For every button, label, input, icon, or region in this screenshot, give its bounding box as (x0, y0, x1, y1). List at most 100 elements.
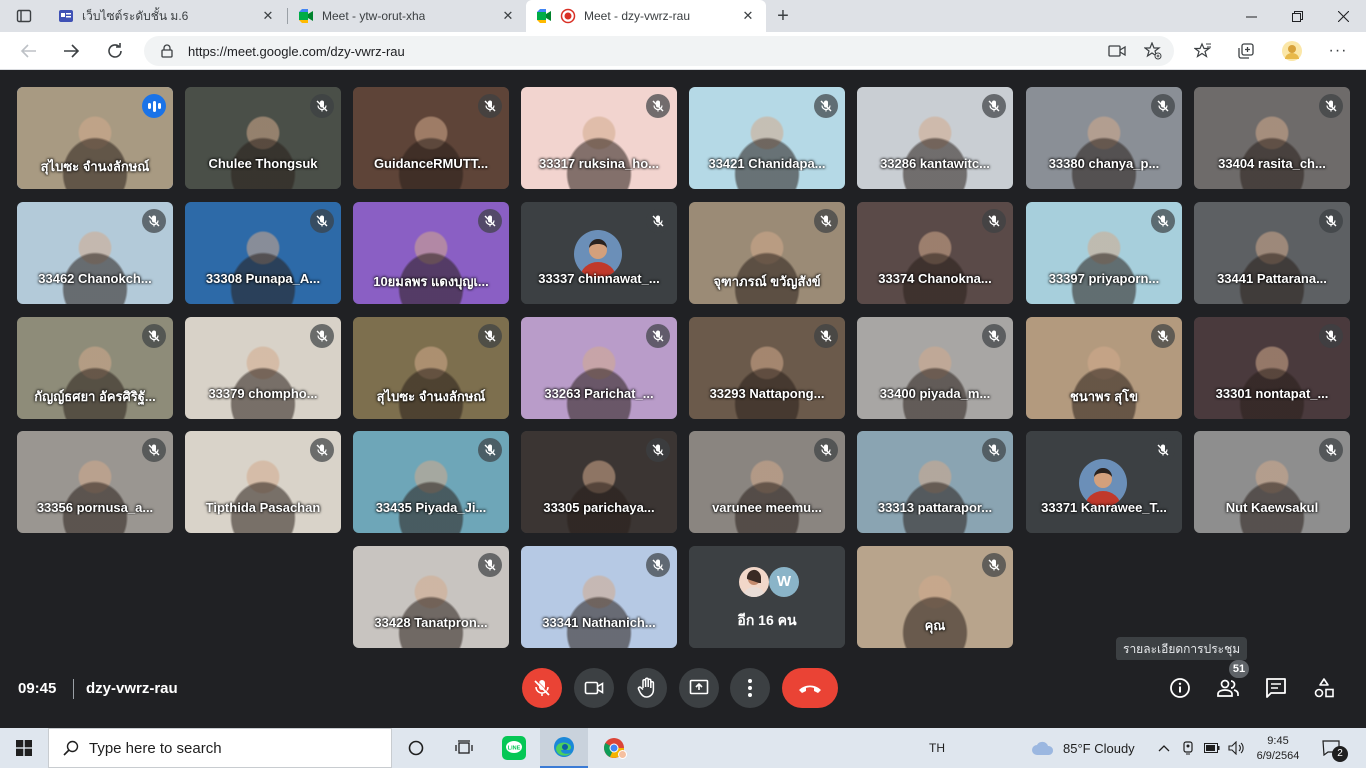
tab-3-active[interactable]: Meet - dzy-vwrz-rau ✕ (526, 0, 766, 32)
line-app-button[interactable]: LINE (496, 728, 532, 768)
leave-call-button[interactable] (782, 668, 838, 708)
cortana-button[interactable] (398, 728, 434, 768)
input-language[interactable]: TH (929, 728, 945, 768)
forward-icon[interactable] (56, 36, 86, 66)
participant-tile[interactable]: 33379 chompho... (185, 317, 341, 419)
tab-2[interactable]: Meet - ytw-orut-xha ✕ (288, 0, 526, 32)
add-favorite-icon[interactable] (1144, 42, 1162, 60)
tab-title: Meet - dzy-vwrz-rau (584, 9, 691, 23)
camera-permission-icon[interactable] (1108, 43, 1126, 59)
participant-tile[interactable]: 33341 Nathanich... (521, 546, 677, 648)
participant-tile[interactable]: GuidanceRMUTT... (353, 87, 509, 189)
participant-tile[interactable]: สุไบซะ จำนงลักษณ์ (17, 87, 173, 189)
activities-button[interactable] (1304, 668, 1344, 708)
participant-tile[interactable]: 33286 kantawitc... (857, 87, 1013, 189)
participant-name: 33263 Parichat_... (544, 386, 654, 401)
close-icon[interactable]: ✕ (740, 8, 756, 24)
restore-icon[interactable] (1274, 0, 1320, 32)
chrome-button[interactable] (594, 728, 634, 768)
participant-name: สุไบซะ จำนงลักษณ์ (376, 389, 486, 404)
windows-logo-icon (16, 740, 32, 756)
meet-logo-icon (299, 9, 313, 23)
participant-tile[interactable]: 33356 pornusa_a... (17, 431, 173, 533)
participant-tile[interactable]: 33305 parichaya... (521, 431, 677, 533)
profile-icon[interactable] (1277, 36, 1307, 66)
edge-button[interactable] (540, 728, 588, 768)
camera-button[interactable] (574, 668, 614, 708)
participant-tile[interactable]: 33313 pattarapor... (857, 431, 1013, 533)
tab-title: เว็บไซต์ระดับชั้น ม.6 (82, 8, 189, 23)
tab-actions-icon[interactable] (9, 1, 39, 31)
taskbar-search[interactable]: Type here to search (48, 728, 392, 768)
tab-title: Meet - ytw-orut-xha (322, 9, 426, 23)
participant-tile[interactable]: 33404 rasita_ch... (1194, 87, 1350, 189)
participant-tile[interactable]: 33371 Kanrawee_T... (1026, 431, 1182, 533)
new-tab-icon[interactable]: + (768, 1, 798, 31)
close-icon[interactable]: ✕ (500, 8, 516, 24)
participant-tile[interactable]: 33397 priyaporn... (1026, 202, 1182, 304)
more-vert-icon (748, 679, 752, 697)
more-menu-icon[interactable]: ··· (1323, 36, 1353, 66)
start-button[interactable] (0, 728, 48, 768)
show-hidden-icons-icon[interactable] (1158, 728, 1170, 768)
weather-widget[interactable]: 85°F Cloudy (1031, 728, 1135, 768)
mic-muted-icon (646, 553, 670, 577)
weather-text: 85°F Cloudy (1063, 740, 1135, 756)
participant-tile[interactable]: 33301 nontapat_... (1194, 317, 1350, 419)
close-icon[interactable]: ✕ (260, 8, 276, 24)
collections-icon[interactable] (1231, 36, 1261, 66)
address-bar[interactable]: https://meet.google.com/dzy-vwrz-rau (144, 36, 1174, 66)
mic-muted-icon (982, 94, 1006, 118)
lock-icon[interactable] (160, 44, 174, 58)
participant-tile[interactable]: คุณ (857, 546, 1013, 648)
meeting-details-button[interactable] (1160, 668, 1200, 708)
participant-tile[interactable]: 33435 Piyada_Ji... (353, 431, 509, 533)
participant-tile[interactable]: 33421 Chanidapa... (689, 87, 845, 189)
others-tile[interactable]: W อีก 16 คน (689, 546, 845, 648)
reload-icon[interactable] (100, 36, 130, 66)
participant-tile[interactable]: Nut Kaewsakul (1194, 431, 1350, 533)
notification-count: 2 (1332, 746, 1348, 762)
favorites-icon[interactable] (1188, 36, 1218, 66)
participant-tile[interactable]: 33462 Chanokch... (17, 202, 173, 304)
mic-muted-icon (814, 324, 838, 348)
back-icon[interactable] (14, 36, 44, 66)
mic-off-button[interactable] (522, 668, 562, 708)
close-window-icon[interactable] (1320, 0, 1366, 32)
participant-tile[interactable]: 33374 Chanokna... (857, 202, 1013, 304)
participant-tile[interactable]: 33263 Parichat_... (521, 317, 677, 419)
system-clock[interactable]: 9:45 6/9/2564 (1254, 728, 1302, 768)
participant-name: กัญญ์ธศยา อัครศิริฐั... (34, 389, 156, 404)
participant-tile[interactable]: 33308 Punapa_A... (185, 202, 341, 304)
present-screen-button[interactable] (679, 668, 719, 708)
tab-1[interactable]: เว็บไซต์ระดับชั้น ม.6 ✕ (48, 0, 286, 32)
camera-tray-icon[interactable] (1181, 728, 1195, 768)
participant-tile[interactable]: ชนาพร สุโข (1026, 317, 1182, 419)
notification-center-icon[interactable]: 2 (1322, 728, 1348, 768)
tab-strip: เว็บไซต์ระดับชั้น ม.6 ✕ Meet - ytw-orut-… (0, 0, 1366, 32)
participant-tile[interactable]: 33380 chanya_p... (1026, 87, 1182, 189)
minimize-icon[interactable] (1228, 0, 1274, 32)
chat-button[interactable] (1256, 668, 1296, 708)
battery-icon[interactable] (1204, 728, 1220, 768)
task-view-button[interactable] (446, 728, 482, 768)
participant-tile[interactable]: 33293 Nattapong... (689, 317, 845, 419)
participant-tile[interactable]: จุฑาภรณ์ ขวัญสังข์ (689, 202, 845, 304)
participant-tile[interactable]: สุไบซะ จำนงลักษณ์ (353, 317, 509, 419)
svg-text:LINE: LINE (508, 746, 521, 752)
participant-tile[interactable]: 33317 ruksina_ho... (521, 87, 677, 189)
participant-tile[interactable]: 33441 Pattarana... (1194, 202, 1350, 304)
participant-tile[interactable]: 33400 piyada_m... (857, 317, 1013, 419)
raise-hand-button[interactable] (627, 668, 667, 708)
participant-tile[interactable]: 10ยมลพร แดงบุญเ... (353, 202, 509, 304)
mic-muted-icon (646, 438, 670, 462)
participant-tile[interactable]: 33428 Tanatpron... (353, 546, 509, 648)
participant-tile[interactable]: 33337 chinnawat_... (521, 202, 677, 304)
participant-tile[interactable]: varunee meemu... (689, 431, 845, 533)
participant-tile[interactable]: กัญญ์ธศยา อัครศิริฐั... (17, 317, 173, 419)
participant-tile[interactable]: Tipthida Pasachan (185, 431, 341, 533)
volume-icon[interactable] (1228, 728, 1246, 768)
participant-tile[interactable]: Chulee Thongsuk (185, 87, 341, 189)
mic-muted-icon (310, 438, 334, 462)
more-options-button[interactable] (730, 668, 770, 708)
